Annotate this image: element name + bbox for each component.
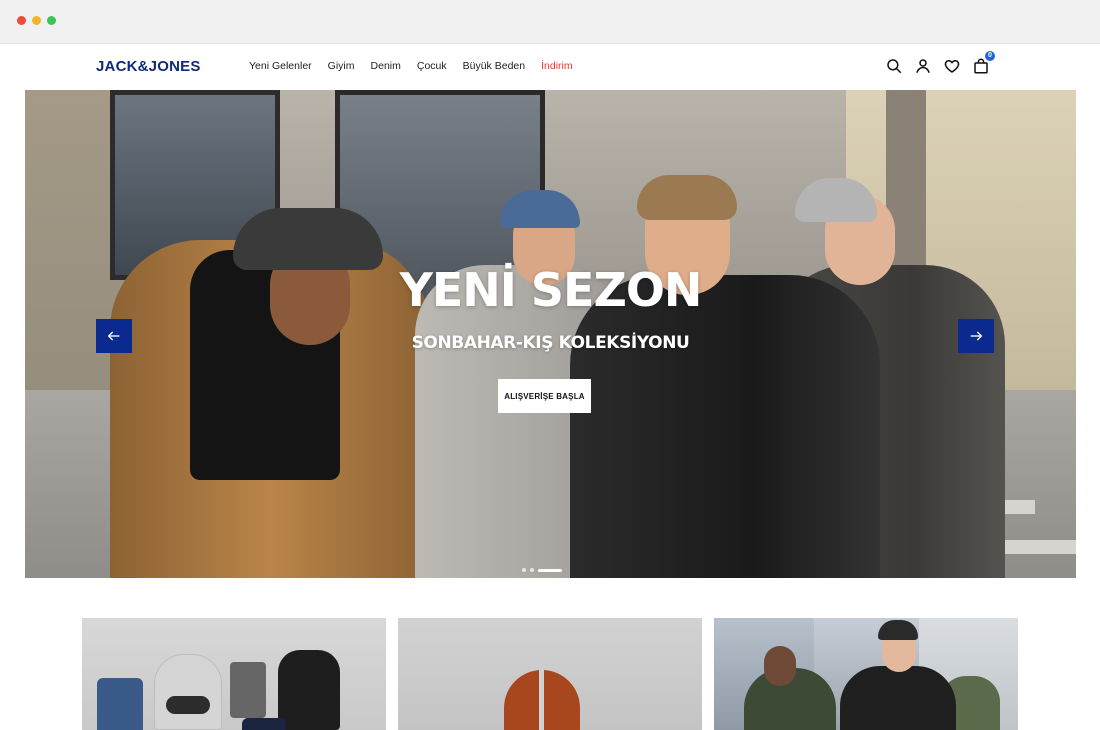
product-jeans (97, 678, 143, 730)
browser-chrome (0, 0, 1100, 44)
arrow-left-icon (107, 331, 120, 341)
model-bucket-hat (233, 208, 383, 270)
slider-dot[interactable] (522, 568, 526, 572)
model-hair (637, 175, 737, 220)
shopping-bag-icon[interactable]: 0 (972, 51, 995, 75)
nav-item-sale[interactable]: İndirim (541, 60, 573, 72)
arrow-right-icon (970, 331, 983, 341)
product-pants (230, 662, 266, 718)
slider-dot-active[interactable] (538, 568, 562, 572)
model-black-parka (840, 666, 956, 730)
category-card-hoodie[interactable] (398, 618, 702, 730)
brand-logo[interactable]: JACK&JONES (96, 58, 201, 75)
search-icon[interactable] (885, 57, 903, 75)
site-header: JACK&JONES Yeni Gelenler Giyim Denim Çoc… (0, 44, 1100, 90)
product-shirt (242, 718, 286, 730)
shop-now-button[interactable]: ALIŞVERİŞE BAŞLA (498, 379, 591, 413)
slider-next-button[interactable] (958, 319, 994, 353)
window-maximize-dot[interactable] (47, 16, 56, 25)
model-head (764, 646, 796, 686)
nav-item-new-arrivals[interactable]: Yeni Gelenler (249, 60, 312, 72)
slider-dot[interactable] (530, 568, 534, 572)
hero-banner[interactable]: YENİ SEZON SONBAHAR-KIŞ KOLEKSİYONU ALIŞ… (25, 90, 1076, 578)
category-card-street[interactable] (714, 618, 1018, 730)
heart-icon[interactable] (943, 57, 961, 75)
product-puffer-jacket (278, 650, 340, 730)
slider-pagination (522, 568, 566, 572)
model-black-jacket (570, 275, 880, 578)
product-hoodie-print (166, 696, 210, 714)
nav-item-kids[interactable]: Çocuk (417, 60, 447, 72)
nav-item-denim[interactable]: Denim (371, 60, 401, 72)
nav-item-plus-size[interactable]: Büyük Beden (463, 60, 525, 72)
product-hoodie (154, 654, 222, 730)
slider-prev-button[interactable] (96, 319, 132, 353)
category-card-flatlay[interactable] (82, 618, 386, 730)
model-beanie (878, 620, 918, 640)
main-nav: Yeni Gelenler Giyim Denim Çocuk Büyük Be… (249, 60, 589, 72)
window-close-dot[interactable] (17, 16, 26, 25)
hero-subtitle: SONBAHAR-KIŞ KOLEKSİYONU (411, 333, 690, 353)
cart-count-badge: 0 (985, 51, 995, 61)
user-icon[interactable] (914, 57, 932, 75)
nav-item-clothing[interactable]: Giyim (328, 60, 355, 72)
hero-title: YENİ SEZON (399, 263, 703, 317)
hoodie-zip (539, 670, 544, 730)
window-minimize-dot[interactable] (32, 16, 41, 25)
header-icons: 0 (874, 51, 995, 75)
